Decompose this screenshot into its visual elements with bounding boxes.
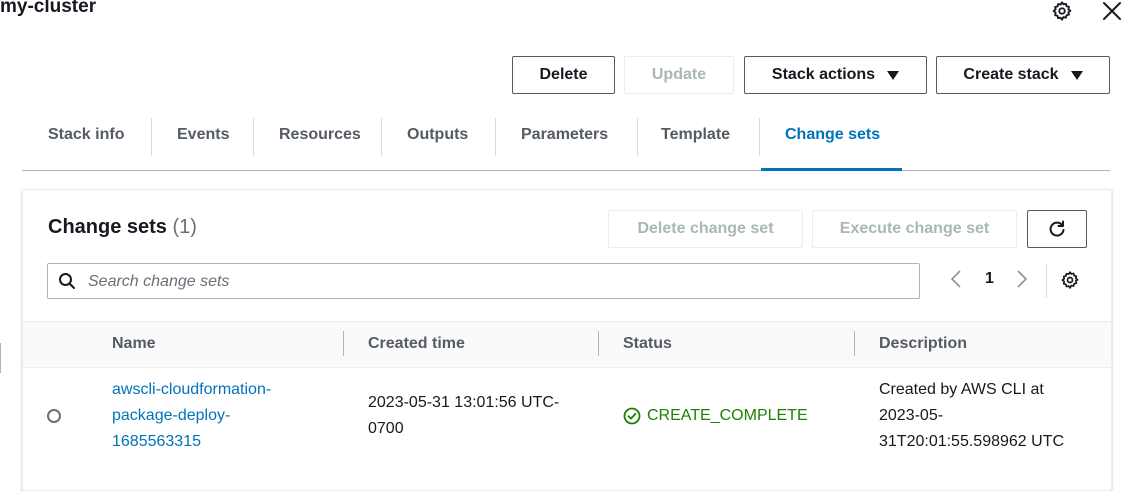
create-stack-label: Create stack bbox=[963, 66, 1059, 83]
delete-button-label: Delete bbox=[539, 66, 588, 83]
description-cell: Created by AWS CLI at 2023-05- 31T20:01:… bbox=[879, 381, 1065, 450]
panel-count: (1) bbox=[172, 216, 197, 238]
update-button[interactable]: Update bbox=[624, 56, 734, 94]
change-set-name-link[interactable]: awscli-cloudformation- package-deploy- 1… bbox=[112, 377, 271, 455]
tab-divider bbox=[759, 118, 760, 156]
tab-change-sets[interactable]: Change sets bbox=[785, 114, 880, 156]
page-number[interactable]: 1 bbox=[985, 270, 994, 288]
chevron-right-icon bbox=[1017, 270, 1028, 288]
caret-down-icon bbox=[887, 70, 900, 80]
column-header-status[interactable]: Status bbox=[623, 335, 672, 353]
created-time-cell: 2023-05-31 13:01:56 UTC- 0700 bbox=[368, 394, 560, 437]
panel-title: Change sets (1) bbox=[48, 216, 197, 239]
column-resizer[interactable] bbox=[343, 331, 344, 356]
execute-change-set-button[interactable]: Execute change set bbox=[812, 210, 1017, 248]
prev-page-button[interactable] bbox=[950, 269, 962, 294]
table-settings-button[interactable] bbox=[1060, 270, 1080, 295]
page-title: my-cluster bbox=[0, 0, 97, 17]
search-icon bbox=[58, 272, 76, 295]
status-cell: CREATE_COMPLETE bbox=[623, 403, 808, 429]
gear-icon[interactable] bbox=[1051, 0, 1073, 27]
tab-bar: Stack info Events Resources Outputs Para… bbox=[22, 114, 1110, 171]
column-header-created-time[interactable]: Created time bbox=[368, 335, 465, 353]
panel-title-text: Change sets bbox=[48, 216, 167, 238]
tab-resources[interactable]: Resources bbox=[279, 114, 361, 156]
refresh-button[interactable] bbox=[1027, 210, 1087, 248]
column-resizer[interactable] bbox=[854, 331, 855, 356]
update-button-label: Update bbox=[651, 66, 707, 83]
refresh-icon bbox=[1049, 220, 1065, 237]
change-sets-panel: Change sets (1) Delete change set Execut… bbox=[22, 189, 1112, 491]
table-header: Name Created time Status Description bbox=[23, 321, 1111, 368]
column-header-name[interactable]: Name bbox=[112, 335, 156, 353]
delete-button[interactable]: Delete bbox=[512, 56, 615, 94]
chevron-left-icon bbox=[950, 270, 961, 288]
execute-change-set-label: Execute change set bbox=[839, 220, 990, 237]
search-field[interactable] bbox=[47, 263, 920, 300]
column-resizer[interactable] bbox=[598, 331, 599, 356]
tab-divider bbox=[151, 118, 152, 156]
divider bbox=[1046, 264, 1047, 298]
tab-template[interactable]: Template bbox=[661, 114, 730, 156]
stack-actions-label: Stack actions bbox=[771, 66, 876, 83]
status-text: CREATE_COMPLETE bbox=[647, 407, 808, 424]
column-header-description[interactable]: Description bbox=[879, 335, 967, 353]
delete-change-set-label: Delete change set bbox=[637, 220, 774, 237]
row-select-radio[interactable] bbox=[47, 409, 61, 423]
search-input[interactable] bbox=[86, 264, 910, 300]
divider bbox=[0, 343, 1, 373]
tab-events[interactable]: Events bbox=[177, 114, 229, 156]
tab-divider bbox=[637, 118, 638, 156]
tab-parameters[interactable]: Parameters bbox=[521, 114, 608, 156]
success-check-icon bbox=[623, 407, 641, 425]
tab-stack-info[interactable]: Stack info bbox=[48, 114, 124, 156]
delete-change-set-button[interactable]: Delete change set bbox=[608, 210, 803, 248]
tab-outputs[interactable]: Outputs bbox=[407, 114, 468, 156]
active-tab-indicator bbox=[761, 168, 902, 171]
close-icon[interactable] bbox=[1101, 0, 1123, 27]
gear-icon bbox=[1061, 271, 1079, 289]
tab-divider bbox=[381, 118, 382, 156]
next-page-button[interactable] bbox=[1016, 269, 1028, 294]
tab-divider bbox=[495, 118, 496, 156]
caret-down-icon bbox=[1070, 70, 1083, 80]
stack-actions-dropdown[interactable]: Stack actions bbox=[744, 56, 927, 94]
panel-header: Change sets (1) Delete change set Execut… bbox=[23, 190, 1111, 321]
table-row: awscli-cloudformation- package-deploy- 1… bbox=[23, 367, 1111, 467]
create-stack-dropdown[interactable]: Create stack bbox=[936, 56, 1110, 94]
tab-divider bbox=[253, 118, 254, 156]
